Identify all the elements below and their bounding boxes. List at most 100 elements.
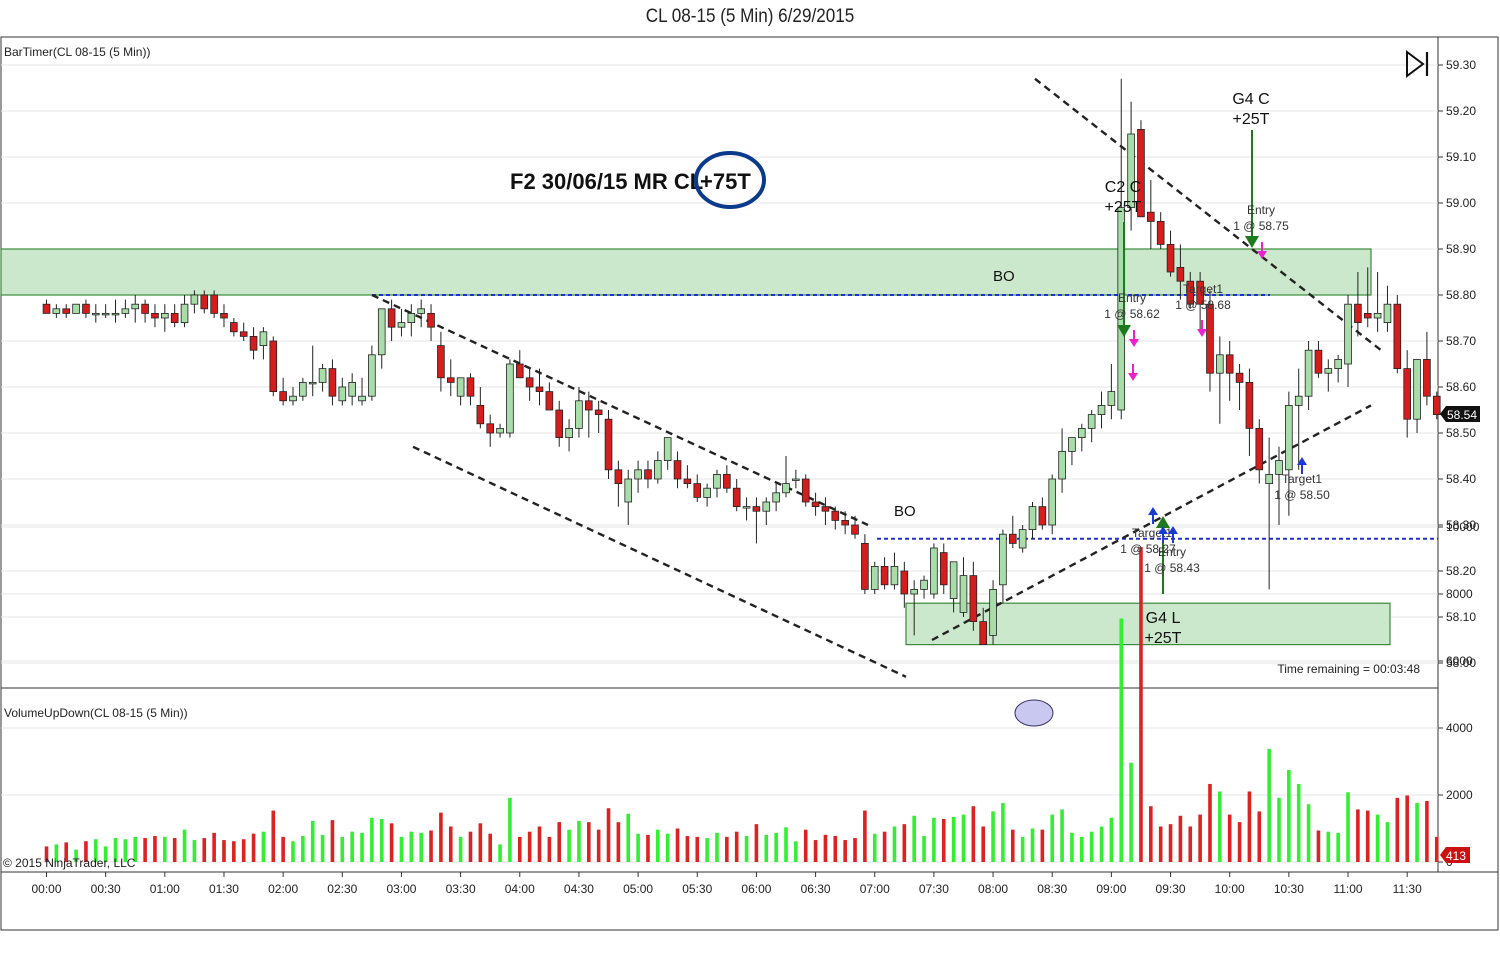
candle-body	[585, 400, 593, 411]
time-tick-label: 09:00	[1096, 882, 1126, 896]
volume-bar	[744, 836, 749, 862]
candle-body	[772, 492, 780, 503]
volume-tick-label: 2000	[1446, 788, 1473, 802]
candle-body	[131, 303, 140, 310]
candle	[723, 465, 731, 493]
candle-body	[466, 377, 475, 397]
candle-body	[555, 409, 564, 439]
price-tick-label: 58.90	[1446, 242, 1476, 256]
time-tick-label: 02:00	[268, 882, 298, 896]
candle-body	[1403, 368, 1411, 420]
candle-body	[338, 386, 347, 402]
volume-bar	[784, 827, 788, 862]
volume-bar	[971, 806, 976, 862]
candle-body	[1294, 395, 1303, 406]
candle-body	[377, 308, 386, 356]
order-label: 1 @ 58.62	[1104, 307, 1160, 321]
candle-body	[170, 312, 179, 323]
time-tick-label: 01:00	[150, 882, 180, 896]
order-label: 1 @ 58.50	[1274, 488, 1330, 502]
time-tick-label: 01:30	[209, 882, 239, 896]
price-tick-label: 58.20	[1446, 564, 1476, 578]
candle	[683, 465, 692, 489]
trade-label: +25T	[1233, 111, 1270, 128]
candle-body	[565, 427, 573, 438]
volume-bar	[577, 820, 581, 862]
volume-bar	[616, 822, 621, 862]
candle-body	[1354, 303, 1362, 324]
last-price-label: 58.54	[1447, 408, 1477, 422]
volume-bar	[370, 817, 374, 862]
bar-timer-label: BarTimer(CL 08-15 (5 Min))	[4, 45, 150, 59]
volume-bar	[1287, 770, 1291, 862]
candle	[920, 575, 928, 599]
volume-bar	[301, 836, 305, 862]
volume-bar	[794, 841, 798, 862]
candle	[594, 400, 603, 433]
volume-bar	[1326, 831, 1331, 862]
candle-body	[1285, 404, 1293, 471]
candle-body	[841, 520, 849, 526]
candle-body	[752, 506, 761, 512]
candle	[230, 318, 238, 337]
volume-bar	[1119, 618, 1124, 862]
volume-bar	[1336, 832, 1340, 862]
candle-body	[121, 308, 130, 314]
candle-body	[72, 303, 80, 314]
candle-body	[1304, 349, 1313, 397]
candle-body	[969, 575, 978, 622]
volume-bar	[517, 836, 522, 862]
volume-bar	[478, 823, 483, 862]
candle-body	[1018, 529, 1027, 549]
candle	[348, 373, 356, 406]
candle	[506, 359, 514, 438]
volume-bar	[675, 828, 680, 862]
volume-bar	[1434, 836, 1439, 862]
candle-body	[328, 368, 337, 397]
candle-body	[1413, 358, 1421, 420]
candle-body	[545, 391, 554, 411]
volume-spike-highlight	[1014, 699, 1054, 727]
candle	[42, 299, 51, 314]
volume-bar	[1030, 828, 1035, 862]
candle-body	[989, 589, 997, 636]
candle	[486, 414, 494, 447]
order-label: 1 @ 58.43	[1144, 561, 1200, 575]
volume-bar	[715, 832, 719, 862]
volume-bar	[1040, 829, 1045, 862]
candle-body	[1255, 427, 1264, 471]
time-tick-label: 00:30	[91, 882, 121, 896]
candle-body	[279, 391, 287, 402]
candle	[1294, 368, 1303, 470]
candle-body	[496, 427, 504, 434]
candle-body	[1058, 450, 1066, 480]
volume-bar	[843, 840, 847, 862]
candle-body	[1087, 414, 1096, 429]
candle	[821, 497, 830, 525]
candle-body	[62, 308, 71, 314]
volume-bar	[1109, 817, 1114, 862]
trade-label: G4 C	[1232, 91, 1269, 108]
candle	[870, 561, 879, 594]
volume-bar	[685, 836, 690, 862]
candle	[141, 299, 149, 323]
candle	[101, 304, 110, 318]
volume-bar	[251, 833, 256, 862]
skip-to-end-icon[interactable]	[1406, 50, 1429, 78]
volume-bar	[192, 840, 197, 862]
candle-body	[308, 381, 317, 385]
execution-arrow-head	[1128, 373, 1138, 381]
candle-body	[476, 404, 485, 425]
candle-body	[42, 303, 51, 314]
volume-bar	[222, 840, 226, 862]
candle	[476, 387, 485, 429]
candle	[161, 304, 169, 332]
volume-tick-label: 6000	[1446, 654, 1473, 668]
candle	[1393, 295, 1402, 374]
time-tick-label: 06:30	[801, 882, 831, 896]
candle	[663, 437, 672, 470]
candle	[1373, 272, 1382, 332]
volume-bar	[1198, 814, 1202, 862]
candle-body	[723, 473, 731, 489]
volume-tick-label: 10000	[1446, 520, 1480, 534]
